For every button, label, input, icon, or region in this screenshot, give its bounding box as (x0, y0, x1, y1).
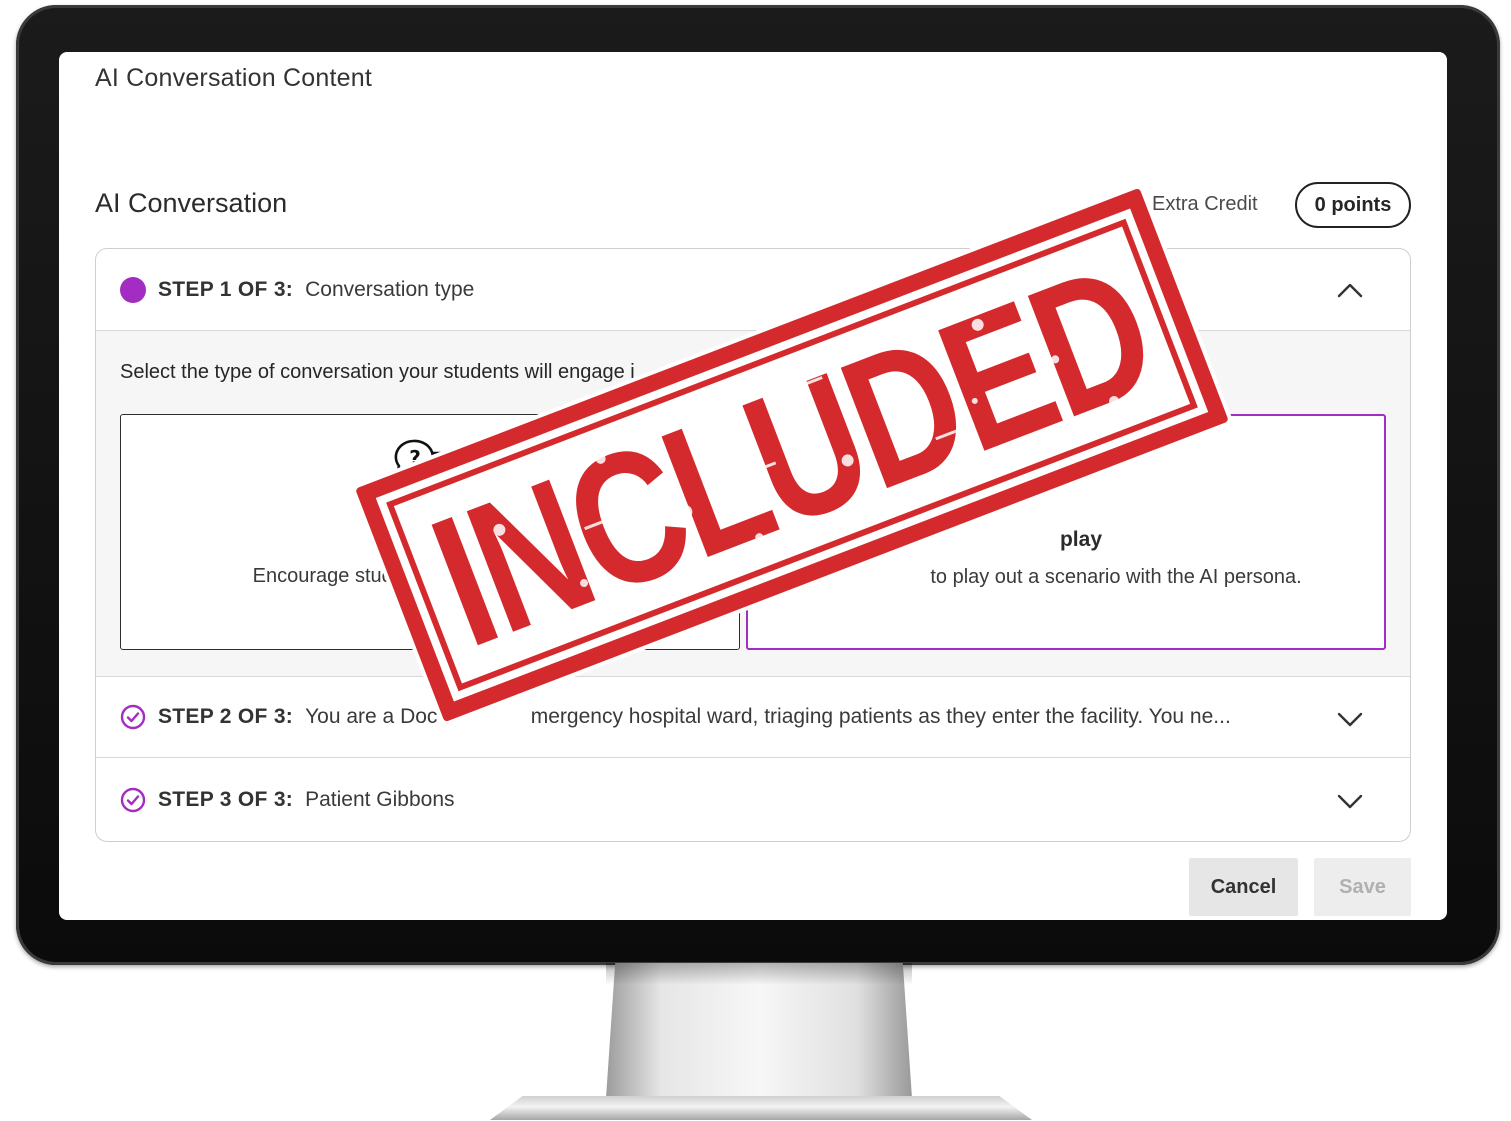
step-1-text: Conversation type (305, 277, 475, 301)
role-play-card-title: play (1059, 528, 1103, 551)
monitor-screen: AI Conversation Content AI Conversation … (59, 52, 1447, 920)
monitor-stand-shadow (606, 963, 912, 985)
step-3-header[interactable]: STEP 3 OF 3: Patient Gibbons (96, 759, 1410, 841)
steps-panel: STEP 1 OF 3: Conversation type Select th… (95, 248, 1411, 842)
role-play-card-description: to play out a scenario with the AI perso… (930, 566, 1302, 588)
page-title: AI Conversation Content (95, 64, 372, 92)
question-bubble-icon: ? (394, 439, 443, 480)
check-circle-icon (120, 787, 146, 813)
chevron-down-icon[interactable] (1336, 705, 1364, 733)
socratic-card[interactable]: ? Socr Encourage studen continuo (120, 414, 740, 650)
step-1-label: STEP 1 OF 3: (158, 277, 294, 301)
step-2-header[interactable]: STEP 2 OF 3: You are a Doc mergency hosp… (96, 676, 1410, 758)
step-3-label: STEP 3 OF 3: (158, 788, 294, 811)
svg-text:?: ? (409, 446, 421, 470)
socratic-card-title: Socr (406, 527, 454, 550)
step-2-label: STEP 2 OF 3: (158, 705, 294, 728)
step-1-header[interactable]: STEP 1 OF 3: Conversation type (96, 249, 1410, 331)
points-pill[interactable]: 0 points (1295, 182, 1411, 228)
extra-credit-checkbox[interactable] (1116, 192, 1140, 216)
save-button[interactable]: Save (1314, 858, 1411, 916)
check-circle-icon (120, 704, 146, 730)
filled-dot-icon (120, 276, 146, 303)
section-title: AI Conversation (95, 188, 288, 218)
role-play-card[interactable]: play to play out a scenario with the AI … (746, 414, 1386, 650)
step-1-body: Select the type of conversation your stu… (96, 331, 1410, 676)
step-3-text: Patient Gibbons (305, 788, 455, 811)
cancel-button[interactable]: Cancel (1189, 858, 1298, 916)
socratic-card-description: Encourage studen continuo (252, 565, 608, 587)
step-2-text: You are a Doc mergency hospital ward, tr… (305, 705, 1231, 728)
chevron-up-icon[interactable] (1336, 277, 1364, 305)
extra-credit-label: Extra Credit (1152, 192, 1258, 215)
conversation-type-prompt: Select the type of conversation your stu… (120, 361, 635, 383)
chevron-down-icon[interactable] (1336, 787, 1364, 815)
monitor-stand-base (490, 1096, 1032, 1120)
extra-credit-toggle[interactable]: Extra Credit (1116, 192, 1258, 216)
